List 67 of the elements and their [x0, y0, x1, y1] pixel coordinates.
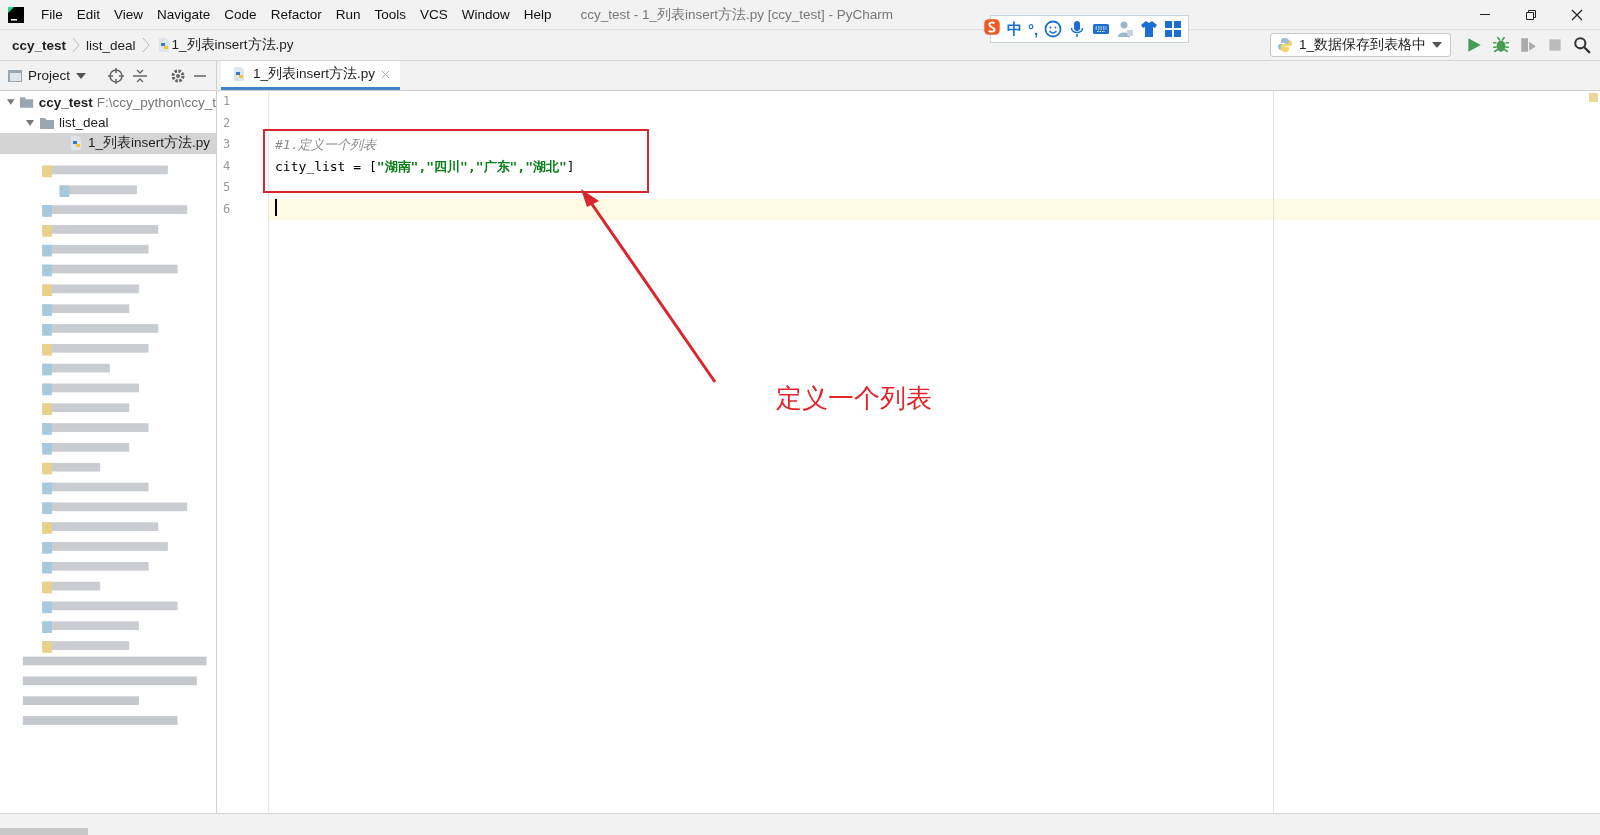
shirt-icon[interactable]: [1140, 20, 1159, 38]
tree-row[interactable]: 1_列表insert方法.py: [0, 133, 216, 154]
tree-label: 1_列表insert方法.py: [88, 134, 211, 153]
coverage-icon: [1519, 36, 1537, 54]
emoji-icon[interactable]: [1044, 20, 1063, 38]
tree-row[interactable]: list_deal: [0, 112, 216, 133]
close-icon: [1571, 8, 1583, 21]
minimize-panel-icon[interactable]: [194, 74, 207, 77]
folder-icon: [19, 94, 35, 111]
menu-item[interactable]: File: [34, 7, 70, 22]
breadcrumb[interactable]: 1_列表insert方法.py: [171, 36, 294, 54]
line-number: 4: [222, 157, 232, 175]
run-config-dropdown[interactable]: 1_数据保存到表格中: [1269, 33, 1451, 57]
expand-arrow-icon[interactable]: [25, 117, 35, 128]
menu-item[interactable]: Window: [454, 7, 517, 22]
window-icon: [8, 69, 22, 82]
ime-punctuation-toggle[interactable]: °,: [1028, 20, 1039, 38]
chevron-icon: [141, 37, 150, 53]
code-line: #1.定义一个列表: [274, 137, 377, 152]
search-icon: [1573, 36, 1591, 54]
app-logo-icon: [8, 6, 24, 23]
line-number: 5: [222, 179, 232, 196]
line-number: 1: [222, 93, 232, 110]
menu-item[interactable]: Code: [217, 7, 264, 22]
menu-item[interactable]: Edit: [69, 7, 108, 22]
menu-item[interactable]: View: [107, 7, 151, 22]
minimize-icon: [1480, 14, 1490, 15]
tree-label: ccy_test: [38, 94, 93, 110]
python-file-icon: [68, 135, 84, 152]
stop-icon: [1546, 36, 1564, 54]
menu-item[interactable]: Refactor: [263, 7, 329, 22]
run-icon: [1465, 36, 1483, 54]
tree-label: list_deal: [59, 115, 109, 131]
collapse-icon: [132, 67, 149, 84]
tree-row[interactable]: ccy_test F:\ccy_python\ccy_t: [0, 92, 216, 113]
window-title: ccy_test - 1_列表insert方法.py [ccy_test] - PyCharm: [580, 5, 895, 24]
python-icon: [1276, 37, 1293, 53]
dropdown-arrow-icon: [1432, 42, 1442, 48]
menu-item[interactable]: VCS: [412, 7, 455, 22]
breadcrumb[interactable]: list_deal: [86, 37, 136, 53]
ime-logo-icon[interactable]: [983, 18, 1001, 36]
annotation-text: 定义一个列表: [776, 382, 932, 415]
ime-mode-toggle[interactable]: 中: [1007, 19, 1022, 39]
settings-icon: [170, 67, 187, 84]
text-cursor: [275, 198, 277, 216]
close-tab-icon[interactable]: [381, 69, 391, 79]
line-number: 2: [222, 114, 232, 132]
breadcrumb[interactable]: ccy_test: [12, 37, 67, 53]
line-number: 6: [222, 200, 232, 218]
code-line: city_list = ["湖南","四川","广东","湖北"]: [274, 158, 575, 174]
path-label: F:\ccy_python\ccy_t: [96, 94, 216, 110]
restore-icon: [1526, 9, 1536, 20]
editor-tab[interactable]: 1_列表insert方法.py: [221, 61, 401, 90]
grid-icon[interactable]: [1164, 20, 1183, 38]
menu-item[interactable]: Help: [516, 7, 559, 22]
menu-item[interactable]: Run: [328, 7, 368, 22]
line-number: 3: [222, 136, 232, 153]
analysis-marker: [1589, 93, 1598, 102]
project-view-dropdown[interactable]: Project: [8, 68, 87, 83]
python-file-icon: [231, 66, 247, 82]
dropdown-arrow-icon: [76, 72, 87, 79]
crosshair-icon: [108, 67, 125, 84]
menu-item[interactable]: Tools: [367, 7, 413, 22]
bug-icon: [1492, 36, 1510, 54]
scrollbar[interactable]: [0, 828, 88, 835]
menu-item[interactable]: Navigate: [150, 7, 218, 22]
chevron-icon: [72, 37, 81, 53]
